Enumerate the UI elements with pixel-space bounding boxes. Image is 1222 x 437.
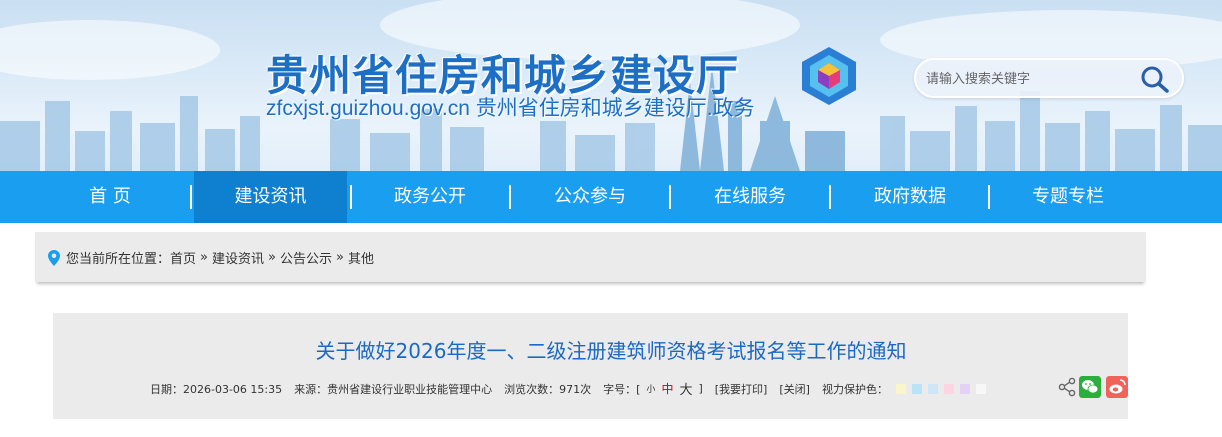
article-date: 日期：2026-03-06 15:35 (150, 382, 283, 396)
breadcrumb-link-other[interactable]: 其他 (348, 248, 374, 267)
eye-color-swatch[interactable] (911, 383, 922, 394)
breadcrumb: 您当前所在位置： 首页 » 建设资讯 » 公告公示 » 其他 (48, 248, 374, 267)
breadcrumb-link-home[interactable]: 首页 (170, 248, 196, 267)
nav-item-construction-news[interactable]: 建设资讯 (194, 171, 347, 223)
article-meta: 日期：2026-03-06 15:35 来源：贵州省建设行业职业技能管理中心 浏… (150, 379, 992, 398)
font-size-large-link[interactable]: 大 (679, 379, 692, 398)
site-subtitle: zfcxjst.guizhou.gov.cn 贵州省住房和城乡建设厅.政务 (266, 97, 755, 120)
nav-item-online-services[interactable]: 在线服务 (680, 171, 820, 223)
nav-item-special-topics[interactable]: 专题专栏 (998, 171, 1138, 223)
nav-divider (350, 185, 352, 209)
nav-item-government-data[interactable]: 政府数据 (840, 171, 980, 223)
article-title: 关于做好2026年度一、二级注册建筑师资格考试报名等工作的通知 (315, 339, 907, 363)
nav-divider (988, 185, 990, 209)
eye-color-swatch[interactable] (927, 383, 938, 394)
location-pin-icon (48, 249, 60, 266)
font-size-bracket-close: ] (698, 382, 703, 395)
site-logo-icon (802, 47, 856, 105)
font-size-small-link[interactable]: 小 (646, 382, 655, 395)
eye-color-swatch[interactable] (975, 383, 986, 394)
nav-divider (190, 185, 192, 209)
header-banner: 贵州省住房和城乡建设厅 zfcxjst.guizhou.gov.cn 贵州省住房… (0, 0, 1222, 171)
main-nav: 首 页 建设资讯 政务公开 公众参与 在线服务 政府数据 专题专栏 (0, 171, 1222, 223)
nav-divider (509, 185, 511, 209)
font-size-label: 字号：[ (603, 382, 641, 396)
breadcrumb-separator: » (336, 250, 344, 265)
nav-item-home[interactable]: 首 页 (55, 171, 165, 223)
article-source: 来源：贵州省建设行业职业技能管理中心 (294, 382, 493, 396)
breadcrumb-link-construction-news[interactable]: 建设资讯 (212, 248, 264, 267)
nav-item-public-participation[interactable]: 公众参与 (520, 171, 660, 223)
nav-item-government-affairs[interactable]: 政务公开 (360, 171, 500, 223)
eye-color-swatch[interactable] (959, 383, 970, 394)
share-icon[interactable] (1056, 376, 1078, 398)
breadcrumb-separator: » (200, 250, 208, 265)
search-box (914, 58, 1184, 98)
nav-divider (669, 185, 671, 209)
article-header-panel (53, 313, 1128, 419)
eye-color-swatch[interactable] (943, 383, 954, 394)
wechat-icon[interactable] (1079, 376, 1101, 398)
breadcrumb-separator: » (268, 250, 276, 265)
nav-divider (829, 185, 831, 209)
article-views: 浏览次数：971次 (504, 382, 592, 396)
search-input[interactable] (926, 69, 1136, 89)
eye-protection-label: 视力保护色： (821, 382, 888, 396)
breadcrumb-prefix: 您当前所在位置： (66, 252, 171, 267)
font-size-medium-link[interactable]: 中 (661, 380, 673, 397)
eye-color-swatch[interactable] (895, 383, 906, 394)
close-link[interactable]: [关闭] (779, 381, 810, 397)
breadcrumb-link-announcements[interactable]: 公告公示 (280, 248, 332, 267)
search-icon[interactable] (1140, 65, 1170, 93)
weibo-icon[interactable] (1106, 376, 1128, 398)
print-link[interactable]: [我要打印] (715, 381, 768, 397)
